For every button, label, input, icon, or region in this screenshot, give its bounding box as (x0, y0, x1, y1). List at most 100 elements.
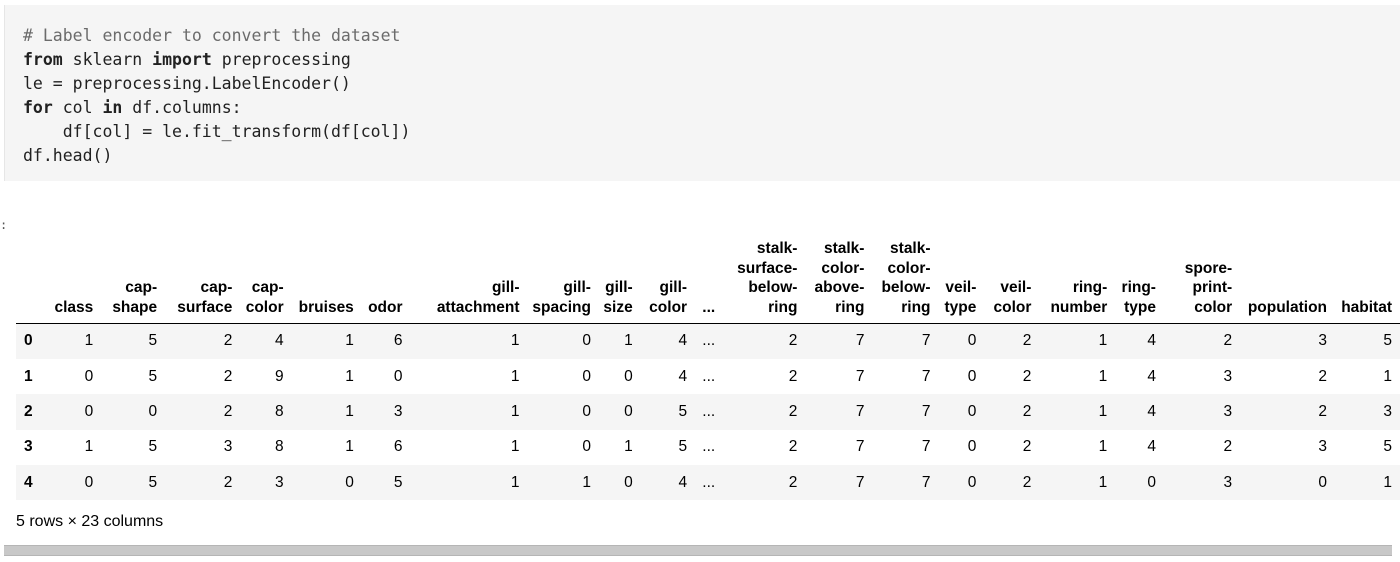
column-header-line: gill- (605, 279, 633, 296)
table-cell: 0 (624, 402, 633, 420)
row-index: 0 (24, 332, 33, 350)
code-token: import (152, 50, 212, 69)
table-cell: 1 (1383, 473, 1392, 491)
table-cell: 8 (274, 402, 284, 420)
column-header-line: color- (821, 259, 865, 277)
row-index: 4 (24, 473, 33, 491)
output-prompt: : (0, 218, 8, 232)
table-cell: 5 (678, 438, 688, 456)
row-index: 1 (24, 367, 33, 385)
table-cell: 1 (345, 332, 354, 350)
column-header-line: cap- (125, 279, 158, 296)
column-header: ring-type (1115, 239, 1164, 324)
table-cell: 1 (582, 473, 591, 491)
column-header-line: stalk- (890, 240, 931, 257)
column-header-line: print- (1192, 279, 1233, 296)
table-row: 4 0 5 2 3 0 5 1 1 0 4... 2 7 7 0 2 1 0 3 0 1 (16, 465, 1400, 501)
table-cell: 5 (393, 473, 403, 491)
column-header-line: bruises (298, 298, 354, 316)
table-cell: 5 (148, 332, 158, 350)
table-cell: 5 (148, 473, 158, 491)
column-header-line: surface (177, 298, 233, 316)
table-cell: 2 (223, 367, 233, 385)
column-header-line: type (944, 298, 977, 316)
column-header: ... (695, 239, 724, 324)
table-cell: 4 (678, 367, 688, 385)
row-index: 2 (24, 402, 33, 420)
column-header-line: gill- (563, 279, 591, 296)
table-cell: 0 (967, 332, 977, 350)
table-cell: 3 (274, 473, 284, 491)
table-cell: 5 (678, 402, 688, 420)
table-cell: 5 (148, 367, 158, 385)
column-header: cap-shape (101, 239, 166, 324)
table-cell: 1 (84, 438, 94, 456)
table-cell: 4 (1147, 332, 1156, 350)
code-cell[interactable]: # Label encoder to convert the dataset f… (4, 5, 1400, 181)
column-header-line: gill- (659, 279, 688, 296)
code-token: from (23, 50, 63, 69)
table-cell: 0 (967, 402, 977, 420)
code-token: col (52, 98, 103, 117)
column-header-line: surface- (737, 259, 798, 277)
column-header-line: color (1194, 298, 1233, 316)
table-cell: 5 (1383, 332, 1392, 350)
table-cell: ... (702, 473, 716, 491)
code-token: df[col] = le.fit_transform(df[col]) (23, 122, 411, 141)
code-editor[interactable]: # Label encoder to convert the dataset f… (23, 24, 410, 168)
table-cell: 2 (223, 473, 233, 491)
column-header-line: stalk- (756, 240, 798, 257)
table-cell: 7 (921, 367, 931, 385)
table-cell: 3 (1318, 332, 1328, 350)
table-cell: 1 (510, 332, 520, 350)
table-cell: 1 (1098, 438, 1108, 456)
table-cell: 1 (510, 438, 520, 456)
table-cell: ... (702, 438, 716, 456)
column-header-line: ring (768, 298, 798, 316)
table-body: 0 1 5 2 4 1 6 1 0 1 4... 2 7 7 0 2 1 4 2 3 5 1 0 5 2 9 1 0 1 0 0 4... 2 7… (16, 323, 1400, 501)
table-cell: 2 (788, 438, 798, 456)
column-header-line: stalk- (823, 240, 865, 257)
column-header-line: ring (901, 298, 931, 316)
table-cell: 4 (678, 473, 688, 491)
table-cell: 2 (788, 367, 798, 385)
column-header-line: color- (887, 259, 931, 277)
table-cell: 1 (84, 332, 94, 350)
table-cell: 0 (84, 473, 94, 491)
row-index: 3 (24, 438, 33, 456)
column-header: habitat (1335, 239, 1400, 324)
column-header-line: ... (702, 298, 716, 316)
column-header: stalk-color-below-ring (872, 239, 939, 324)
table-cell: 2 (1022, 438, 1032, 456)
column-header-line: habitat (1341, 298, 1392, 316)
table-cell: 7 (921, 473, 931, 491)
column-header: gill-color (640, 239, 696, 324)
column-header-line: class (54, 298, 94, 316)
table-cell: 0 (84, 367, 94, 385)
table-cell: 8 (274, 438, 284, 456)
table-header-row: class cap-shape cap-surface cap-color bruise… (16, 239, 1400, 324)
table-cell: 7 (855, 438, 865, 456)
column-header: veil-type (938, 239, 985, 324)
table-row: 0 1 5 2 4 1 6 1 0 1 4... 2 7 7 0 2 1 4 2 3 5 (16, 323, 1400, 359)
column-header-line: ring- (1072, 279, 1108, 296)
table-cell: 3 (1223, 402, 1233, 420)
table-cell: 6 (393, 332, 403, 350)
column-header: stalk-color-above-ring (805, 239, 873, 324)
table-cell: ... (702, 332, 716, 350)
horizontal-scrollbar[interactable] (4, 545, 1392, 556)
table-cell: 7 (921, 438, 931, 456)
table-cell: 1 (624, 332, 633, 350)
column-header-line: above- (814, 279, 865, 296)
column-header: population (1240, 239, 1336, 324)
column-header-line: ring- (1121, 279, 1156, 296)
code-token: in (102, 98, 123, 117)
column-header-line: veil- (945, 279, 977, 296)
table-cell: 2 (1022, 473, 1032, 491)
table-cell: 3 (223, 438, 233, 456)
column-header: cap-color (240, 239, 292, 324)
column-header-line: size (603, 298, 633, 316)
table-cell: 7 (855, 473, 865, 491)
column-header-line: spacing (532, 298, 591, 316)
table-cell: 5 (1383, 438, 1392, 456)
